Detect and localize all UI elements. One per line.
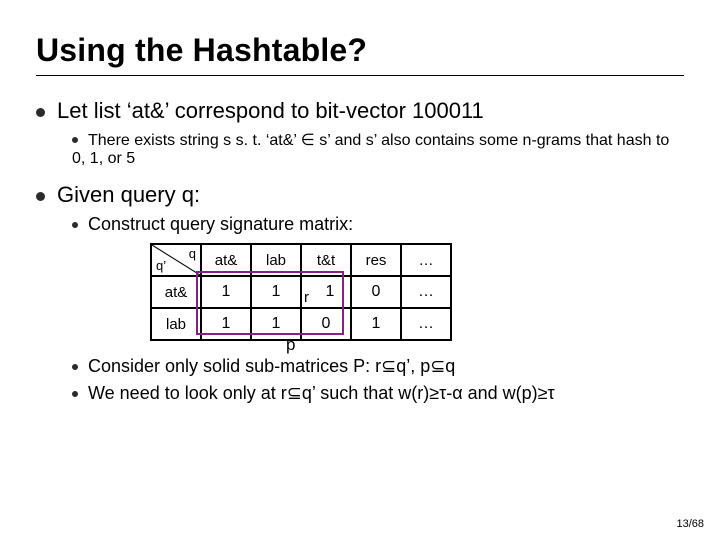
bullet-text: Given query q: (57, 182, 200, 207)
matrix-table: q’ q at& lab t&t res … at& (150, 243, 452, 341)
cell: … (401, 276, 451, 308)
bullet-dot-icon (72, 222, 78, 228)
bullet-text: We need to look only at r⊆q’ such that w… (88, 383, 555, 403)
cell: 1 (201, 308, 251, 340)
matrix-table-wrap: q’ q at& lab t&t res … at& (150, 243, 452, 341)
slide-title: Using the Hashtable? (36, 32, 684, 76)
subbullet-need: We need to look only at r⊆q’ such that w… (72, 383, 684, 404)
p-label: p (286, 335, 295, 355)
cell: 1 (351, 308, 401, 340)
r-label: r (304, 289, 309, 306)
cell: 1 r (301, 276, 351, 308)
bullet-text: There exists string s s. t. ‘at&’ ∈ s’ a… (72, 132, 669, 167)
cell-value: 1 (326, 283, 335, 300)
q-label: q (189, 246, 196, 261)
subbullet-consider: Consider only solid sub-matrices P: r⊆q’… (72, 356, 684, 377)
page-number: 13/68 (676, 518, 704, 530)
cell: 1 (201, 276, 251, 308)
bullet-text: Let list ‘at&’ correspond to bit-vector … (57, 98, 484, 123)
bullet-dot-icon (72, 137, 78, 143)
col-header: at& (201, 244, 251, 276)
col-header: lab (251, 244, 301, 276)
row-header: lab (151, 308, 201, 340)
col-header: … (401, 244, 451, 276)
cell: … (401, 308, 451, 340)
bullet-dot-icon (72, 364, 78, 370)
matrix-corner-cell: q’ q (151, 244, 201, 276)
bullet-text: Consider only solid sub-matrices P: r⊆q’… (88, 356, 455, 376)
bullet-given-query: Given query q: Construct query signature… (36, 182, 684, 404)
bullet-let-list: Let list ‘at&’ correspond to bit-vector … (36, 98, 684, 168)
col-header: res (351, 244, 401, 276)
bullet-dot-icon (72, 391, 78, 397)
cell: 0 (351, 276, 401, 308)
cell: 1 (251, 276, 301, 308)
col-header: t&t (301, 244, 351, 276)
content-list: Let list ‘at&’ correspond to bit-vector … (36, 98, 684, 404)
row-header: at& (151, 276, 201, 308)
bullet-dot-icon (36, 192, 45, 201)
slide: Using the Hashtable? Let list ‘at&’ corr… (0, 0, 720, 428)
cell: 0 (301, 308, 351, 340)
qprime-label: q’ (156, 258, 166, 273)
subbullet-there-exists: There exists string s s. t. ‘at&’ ∈ s’ a… (72, 130, 684, 168)
bullet-dot-icon (36, 108, 45, 117)
bullet-text: Construct query signature matrix: (88, 214, 353, 234)
subbullet-construct: Construct query signature matrix: q’ q a… (72, 214, 684, 350)
